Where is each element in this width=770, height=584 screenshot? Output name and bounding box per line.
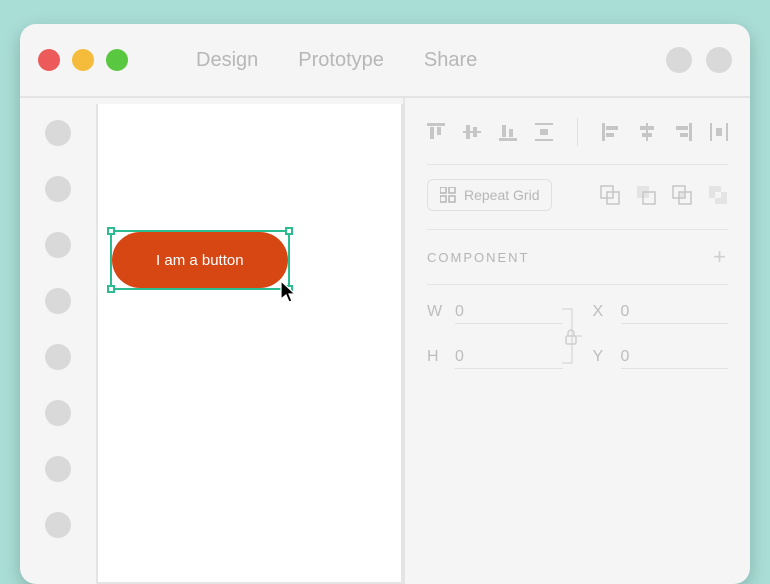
grid-icon [440,187,456,203]
x-value[interactable]: 0 [621,303,729,324]
distribute-vertical-icon[interactable] [535,123,553,141]
boolean-union-icon[interactable] [600,185,620,205]
button-component[interactable]: I am a button [112,232,288,288]
close-window-button[interactable] [38,49,60,71]
boolean-subtract-icon[interactable] [636,185,656,205]
y-field[interactable]: Y 0 [593,348,729,369]
tool-sidebar [20,98,96,584]
tool-slot-2[interactable] [45,176,71,202]
window-controls [38,49,128,71]
maximize-window-button[interactable] [106,49,128,71]
resize-handle-bottom-left[interactable] [107,285,115,293]
height-value[interactable]: 0 [455,348,563,369]
align-hcenter-icon[interactable] [638,123,656,141]
repeat-and-boolean-row: Repeat Grid [427,164,728,230]
mode-tabs: Design Prototype Share [196,49,477,72]
boolean-ops-group [600,185,728,205]
align-bottom-icon[interactable] [499,123,517,141]
tab-design[interactable]: Design [196,49,258,72]
align-divider [577,118,578,146]
app-window: Design Prototype Share I am a button [20,24,750,584]
minimize-window-button[interactable] [72,49,94,71]
distribute-horizontal-icon[interactable] [710,123,728,141]
tool-slot-3[interactable] [45,232,71,258]
tool-slot-6[interactable] [45,400,71,426]
button-label: I am a button [156,252,244,269]
repeat-grid-label: Repeat Grid [464,187,539,203]
boolean-exclude-icon[interactable] [708,185,728,205]
artboard-canvas[interactable]: I am a button [96,104,403,584]
align-vcenter-icon[interactable] [463,123,481,141]
width-field[interactable]: W 0 [427,303,563,324]
tool-slot-5[interactable] [45,344,71,370]
main-body: I am a button [20,96,750,584]
resize-handle-top-right[interactable] [285,227,293,235]
resize-handle-top-left[interactable] [107,227,115,235]
width-value[interactable]: 0 [455,303,563,324]
cursor-icon [280,280,298,304]
component-section-label: COMPONENT [427,250,530,265]
selected-element-bounding-box[interactable]: I am a button [110,230,290,290]
titlebar: Design Prototype Share [20,24,750,96]
height-field[interactable]: H 0 [427,348,563,369]
y-value[interactable]: 0 [621,348,729,369]
tab-share[interactable]: Share [424,49,477,72]
vertical-align-group [427,123,553,141]
inspector-panel: Repeat Grid COMPONENT + W 0 [403,98,750,584]
x-label: X [593,303,609,321]
tab-prototype[interactable]: Prototype [298,49,384,72]
height-label: H [427,348,443,366]
align-top-icon[interactable] [427,123,445,141]
tool-slot-4[interactable] [45,288,71,314]
align-right-icon[interactable] [674,123,692,141]
component-section-header: COMPONENT + [427,230,728,285]
user-avatar-1[interactable] [666,47,692,73]
dimensions-grid: W 0 X 0 H 0 Y 0 [427,285,728,387]
y-label: Y [593,348,609,366]
repeat-grid-button[interactable]: Repeat Grid [427,179,552,211]
add-component-button[interactable]: + [713,246,728,268]
titlebar-right [666,47,732,73]
user-avatar-2[interactable] [706,47,732,73]
lock-icon[interactable] [564,329,578,345]
tool-slot-1[interactable] [45,120,71,146]
tool-slot-8[interactable] [45,512,71,538]
tool-slot-7[interactable] [45,456,71,482]
align-left-icon[interactable] [602,123,620,141]
horizontal-align-group [602,123,728,141]
x-field[interactable]: X 0 [593,303,729,324]
alignment-row [427,118,728,164]
width-label: W [427,303,443,321]
boolean-intersect-icon[interactable] [672,185,692,205]
